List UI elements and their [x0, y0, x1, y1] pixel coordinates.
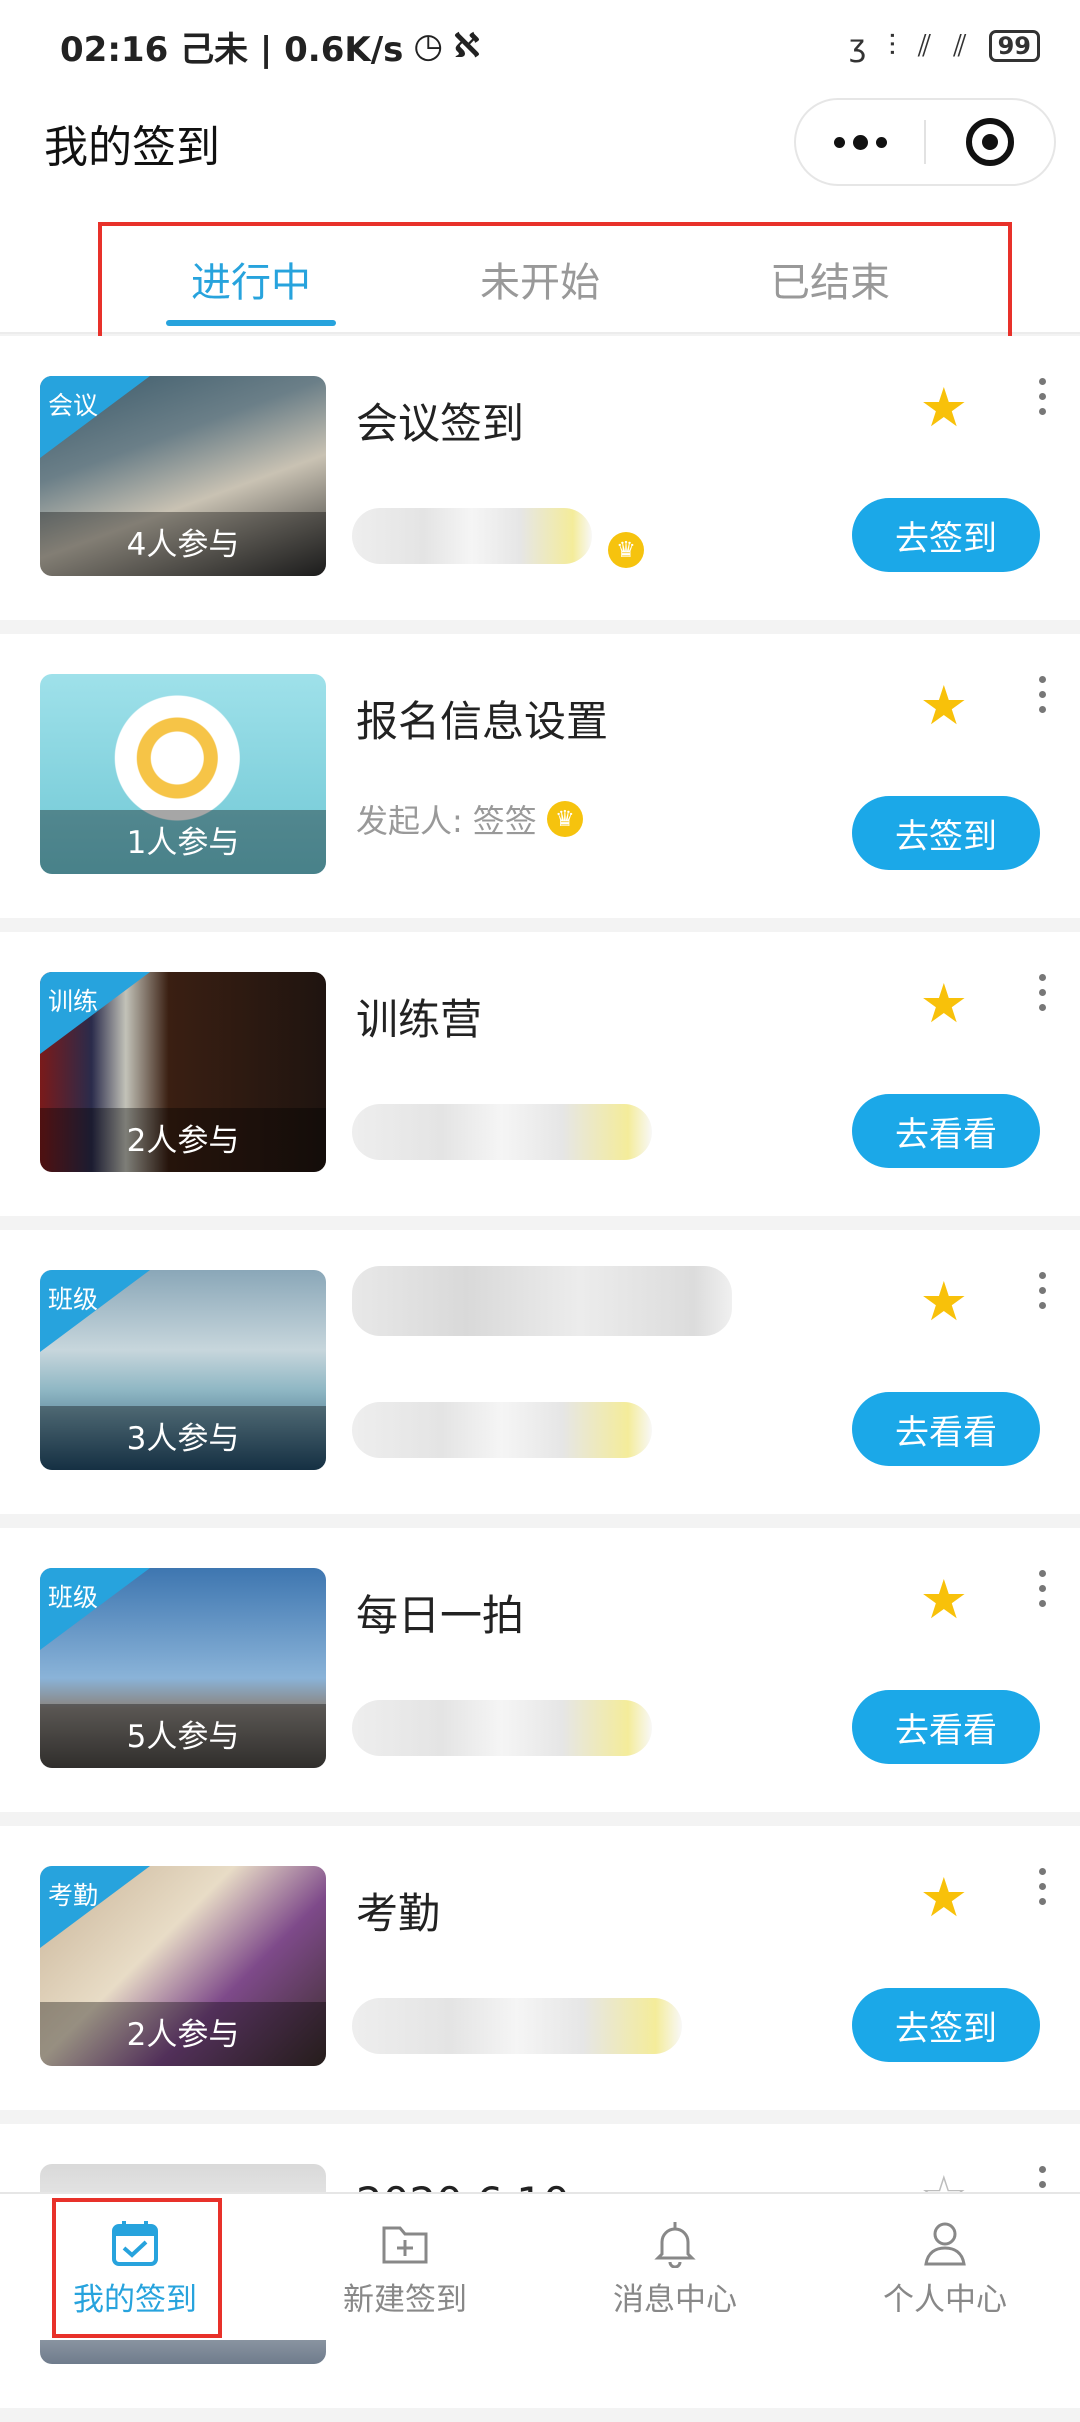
- signin-title: 会议签到: [356, 399, 525, 448]
- nav-profile[interactable]: 个人中心: [810, 2194, 1080, 2342]
- redacted-title: [352, 1266, 732, 1336]
- list-item[interactable]: 班级 5人参与 每日一拍 ★ 去看看: [0, 1528, 1080, 1812]
- bottom-navigation: 我的签到 新建签到 消息中心 个人中心: [0, 2192, 1080, 2340]
- participant-count: 3人参与: [126, 1421, 240, 1457]
- status-bar: 02:16 己未 | 0.6K/s ◷ ℵ ʒ ⫶ ⫽ ⫽ 99: [0, 0, 1080, 92]
- nav-label: 新建签到: [343, 2281, 467, 2318]
- category-tag: 训练: [48, 987, 99, 1016]
- star-icon[interactable]: ★: [920, 972, 968, 1035]
- list-item[interactable]: 考勤 2人参与 考勤 ★ 去签到: [0, 1826, 1080, 2110]
- status-time: 02:16 己未 | 0.6K/s: [60, 29, 404, 70]
- more-options-icon[interactable]: [1032, 974, 1052, 1011]
- crown-icon: ♛: [608, 532, 644, 568]
- star-icon[interactable]: ★: [920, 1270, 968, 1333]
- list-item[interactable]: 训练 2人参与 训练营 ★ 去看看: [0, 932, 1080, 1216]
- crown-icon: ♛: [546, 801, 583, 837]
- user-icon: [924, 2222, 966, 2265]
- signin-button[interactable]: 去签到: [852, 498, 1040, 572]
- star-icon[interactable]: ★: [920, 1568, 968, 1631]
- folder-plus-icon: [382, 2226, 428, 2263]
- signal-icon: ⫽: [917, 28, 932, 64]
- target-icon: [965, 118, 1014, 166]
- participant-count: 2人参与: [126, 1123, 240, 1159]
- category-tag: 会议: [48, 391, 99, 420]
- participant-count: 4人参与: [126, 527, 240, 563]
- dot-icon: [833, 136, 845, 148]
- nav-label: 个人中心: [883, 2281, 1007, 2318]
- nav-new-signin[interactable]: 新建签到: [270, 2194, 540, 2342]
- cover-image: 班级 5人参与: [40, 1568, 326, 1768]
- nfc-icon: ℵ: [453, 26, 481, 66]
- list-item[interactable]: 班级 3人参与 ★ 去看看: [0, 1230, 1080, 1514]
- signin-title: 每日一拍: [356, 1591, 525, 1640]
- participant-count: 1人参与: [126, 825, 240, 861]
- alarm-icon: ◷: [413, 26, 444, 66]
- view-button[interactable]: 去看看: [852, 1094, 1040, 1168]
- more-button[interactable]: [796, 100, 924, 184]
- redacted-organizer: [352, 1998, 682, 2054]
- list-item[interactable]: 1人参与 报名信息设置 发起人: 签签 ♛ ★ 去签到: [0, 634, 1080, 918]
- bell-icon: [654, 2221, 696, 2268]
- page-title: 我的签到: [44, 122, 220, 173]
- signin-title: 考勤: [356, 1889, 441, 1938]
- star-icon[interactable]: ★: [920, 376, 968, 439]
- cover-image: 训练 2人参与: [40, 972, 326, 1172]
- more-options-icon[interactable]: [1032, 378, 1052, 415]
- dot-icon: [852, 134, 868, 150]
- redacted-organizer: [352, 508, 592, 564]
- participant-count: 2人参与: [126, 2017, 240, 2053]
- signin-button[interactable]: 去签到: [852, 1988, 1040, 2062]
- cover-image: 会议 4人参与: [40, 376, 326, 576]
- close-button[interactable]: [926, 100, 1054, 184]
- category-tag: 班级: [48, 1285, 99, 1314]
- signin-title: 训练营: [356, 995, 483, 1044]
- bluetooth-icon: ʒ: [848, 28, 867, 64]
- more-options-icon[interactable]: [1032, 676, 1052, 713]
- more-options-icon[interactable]: [1032, 1272, 1052, 1309]
- tab-highlight-outline: [98, 222, 1012, 346]
- organizer-label: 发起人:: [356, 802, 463, 840]
- star-icon[interactable]: ★: [920, 674, 968, 737]
- view-button[interactable]: 去看看: [852, 1392, 1040, 1466]
- cover-image: 班级 3人参与: [40, 1270, 326, 1470]
- nav-highlight-outline: [52, 2198, 222, 2338]
- tab-bar: 进行中 未开始 已结束: [0, 194, 1080, 346]
- nav-label: 消息中心: [613, 2281, 737, 2318]
- navigation-header: 我的签到: [0, 92, 1080, 194]
- category-tag: 考勤: [48, 1881, 99, 1910]
- mini-program-capsule: [794, 98, 1056, 186]
- battery-icon: 99: [988, 30, 1040, 62]
- redacted-organizer: [352, 1104, 652, 1160]
- redacted-organizer: [352, 1700, 652, 1756]
- list-item[interactable]: 会议 4人参与 会议签到 ♛ ★ 去签到: [0, 336, 1080, 620]
- cover-image: 1人参与: [40, 674, 326, 874]
- signin-title: 报名信息设置: [356, 697, 609, 746]
- status-right: ʒ ⫶ ⫽ ⫽ 99: [849, 29, 1040, 64]
- nav-my-signins[interactable]: 我的签到: [0, 2194, 270, 2342]
- more-options-icon[interactable]: [1032, 1868, 1052, 1905]
- signin-button[interactable]: 去签到: [852, 796, 1040, 870]
- view-button[interactable]: 去看看: [852, 1690, 1040, 1764]
- dot-icon: [875, 136, 887, 148]
- signal-icon-2: ⫽: [953, 28, 967, 64]
- redacted-organizer: [352, 1402, 652, 1458]
- star-icon[interactable]: ★: [920, 1866, 968, 1929]
- signin-list: 会议 4人参与 会议签到 ♛ ★ 去签到 1人参与 报名信息设置 发起人: 签签…: [0, 336, 1080, 2422]
- cover-image: 考勤 2人参与: [40, 1866, 326, 2066]
- organizer-name: 签签: [472, 802, 537, 840]
- more-options-icon[interactable]: [1032, 1570, 1052, 1607]
- nav-messages[interactable]: 消息中心: [540, 2194, 810, 2342]
- organizer-row: 发起人: 签签 ♛: [356, 796, 583, 842]
- category-tag: 班级: [48, 1583, 99, 1612]
- participant-count: 5人参与: [126, 1719, 240, 1755]
- vibrate-icon: ⫶: [888, 28, 896, 64]
- status-left: 02:16 己未 | 0.6K/s ◷ ℵ: [60, 22, 480, 71]
